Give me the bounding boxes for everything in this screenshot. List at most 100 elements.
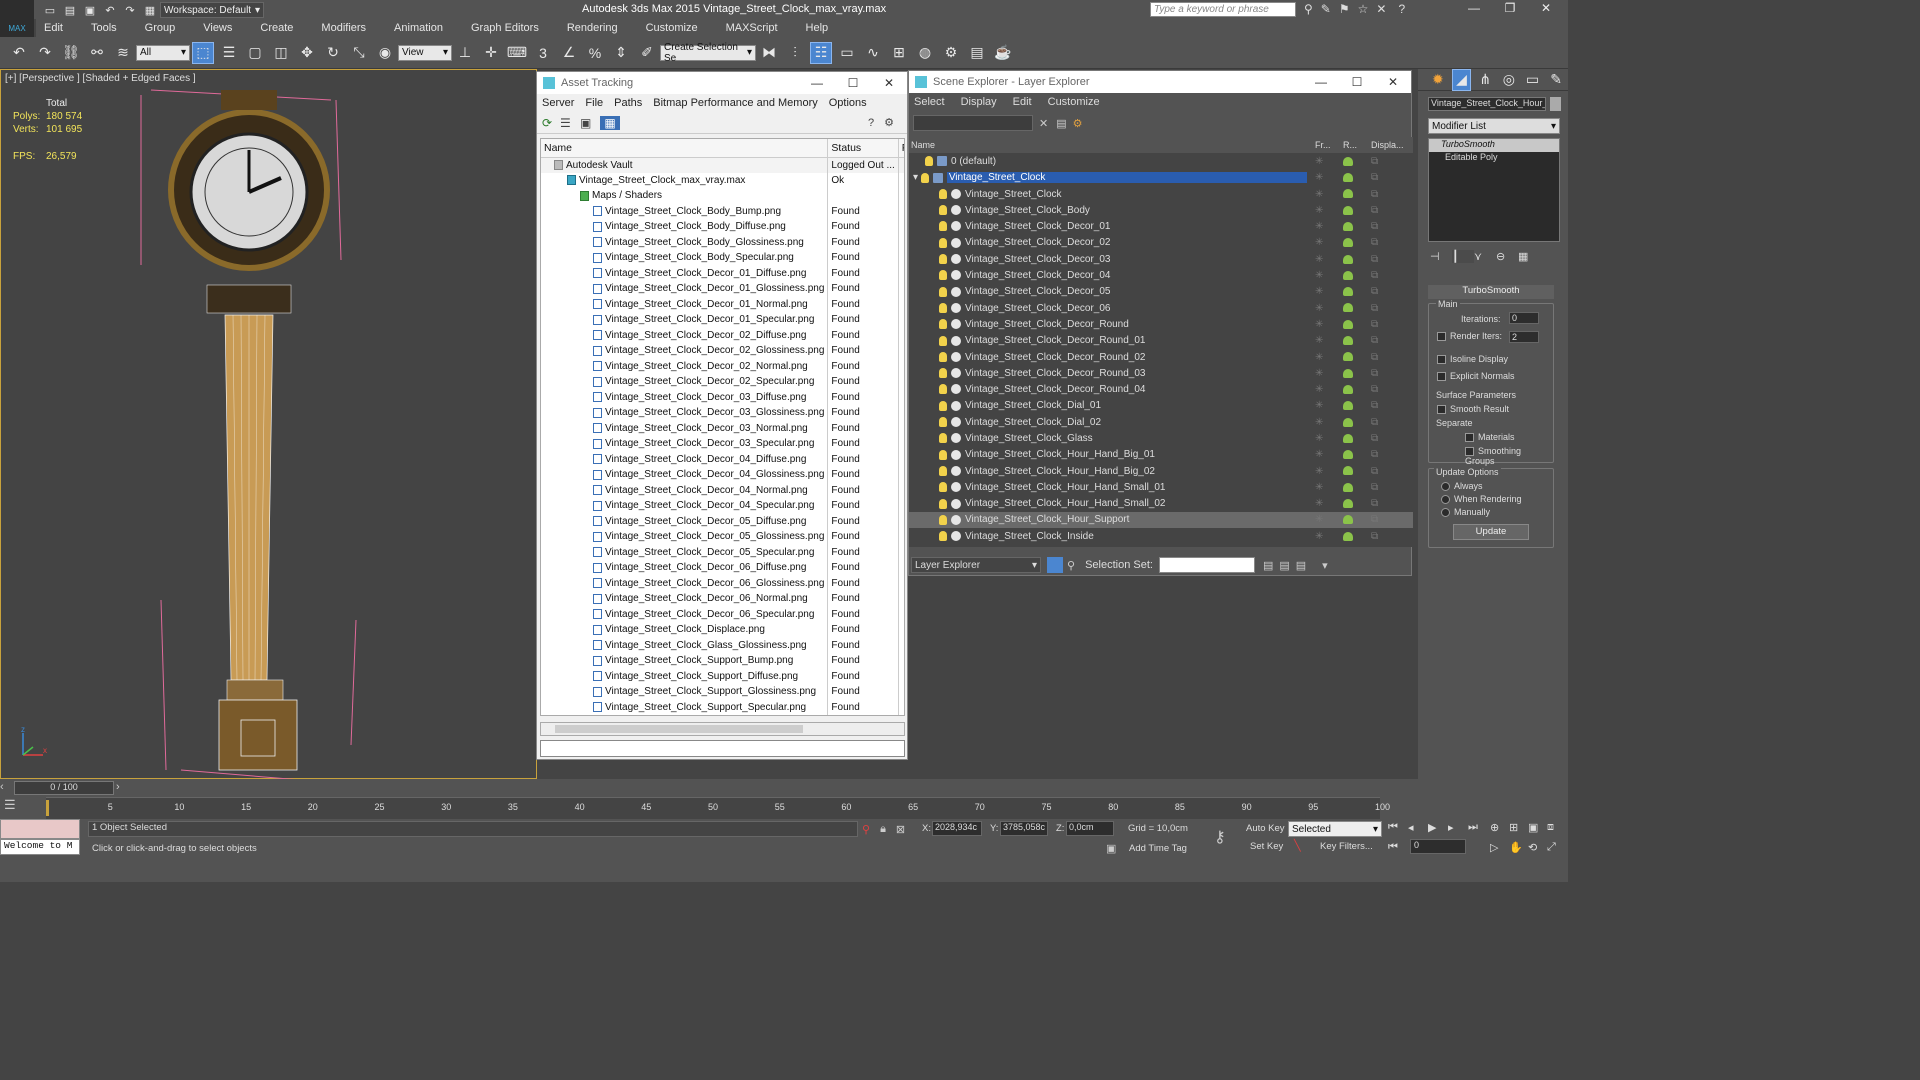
hold-icon[interactable]: ▦ [142,3,158,17]
asset-row[interactable]: Vintage_Street_Clock_Decor_03_Diffuse.pn… [541,389,904,405]
asset-row[interactable]: Vintage_Street_Clock_Decor_06_Diffuse.pn… [541,560,904,576]
display-box-icon[interactable]: ⧉ [1371,417,1378,428]
freeze-icon[interactable]: ✳ [1315,417,1323,428]
visibility-bulb-icon[interactable] [939,400,947,411]
col-display-header[interactable]: Displa... [1369,137,1413,153]
tools-icon[interactable]: ✎ [1321,2,1331,16]
object-row[interactable]: Vintage_Street_Clock_Glass ✳ ⧉ [909,430,1413,446]
auto-key-button[interactable]: Auto Key [1246,823,1286,837]
zoom-extents-all-icon[interactable]: ⧈ [1547,821,1566,834]
snap-icon[interactable]: 3 [532,42,554,64]
window-crossing-icon[interactable]: ◫ [270,42,292,64]
menu-bitmap-performance[interactable]: Bitmap Performance and Memory [653,97,817,109]
search-input[interactable]: Type a keyword or phrase [1150,2,1296,17]
filter-icon[interactable]: ▤ [1056,117,1066,130]
layer-row[interactable]: 0 (default) ✳ ⧉ [909,153,1413,169]
render-teapot-icon[interactable] [1343,221,1353,231]
asset-row[interactable]: Vintage_Street_Clock_Decor_02_Normal.png… [541,358,904,374]
visibility-bulb-icon[interactable] [939,384,947,395]
menu-file[interactable]: File [585,97,603,109]
asset-row[interactable]: Vintage_Street_Clock_Decor_05_Glossiness… [541,529,904,545]
render-teapot-icon[interactable] [1343,319,1353,329]
object-row[interactable]: Vintage_Street_Clock_Decor_01 ✳ ⧉ [909,218,1413,234]
object-row[interactable]: Vintage_Street_Clock_Decor_Round_01 ✳ ⧉ [909,333,1413,349]
display-box-icon[interactable]: ⧉ [1371,303,1378,314]
display-box-icon[interactable]: ⧉ [1371,156,1378,167]
close-icon[interactable]: ✕ [1528,1,1564,15]
menu-graph-editors[interactable]: Graph Editors [471,22,539,34]
display-box-icon[interactable]: ⧉ [1371,189,1378,200]
object-row[interactable]: Vintage_Street_Clock_Hour_Support ✳ ⧉ [909,511,1413,529]
rect-selection-icon[interactable]: ▢ [244,42,266,64]
visibility-bulb-icon[interactable] [939,205,947,216]
zoom-extents-icon[interactable]: ▣ [1528,821,1547,834]
visibility-bulb-icon[interactable] [939,449,947,460]
visibility-bulb-icon[interactable] [939,417,947,428]
render-teapot-icon[interactable] [1343,482,1353,492]
visibility-bulb-icon[interactable] [939,319,947,330]
rotate-icon[interactable]: ↻ [322,42,344,64]
key-filters-button[interactable]: Key Filters... [1320,841,1373,852]
render-teapot-icon[interactable] [1343,433,1353,443]
configure-sets-icon[interactable]: ▦ [1518,250,1540,263]
subscription-icon[interactable]: ⚑ [1339,2,1350,16]
freeze-icon[interactable]: ✳ [1315,205,1323,216]
asset-row[interactable]: Maps / Shaders [541,188,904,204]
freeze-icon[interactable]: ✳ [1315,449,1323,460]
mini-listener-top[interactable] [0,819,80,839]
new-file-icon[interactable]: ▭ [42,3,58,17]
curve-editor-icon[interactable]: ∿ [862,42,884,64]
visibility-bulb-icon[interactable] [939,221,947,232]
asset-row[interactable]: Vintage_Street_Clock_Support_Bump.png Fou… [541,653,904,669]
object-row[interactable]: Vintage_Street_Clock_Decor_05 ✳ ⧉ [909,284,1413,300]
visibility-bulb-icon[interactable] [939,433,947,444]
isolate-icon[interactable]: ⚲ [862,823,870,836]
render-teapot-icon[interactable] [1343,254,1353,264]
favorites-icon[interactable]: ☆ [1358,2,1369,16]
ribbon-icon[interactable]: ▭ [836,42,858,64]
menu-select[interactable]: Select [914,96,945,108]
render-frame-icon[interactable]: ▤ [966,42,988,64]
visibility-bulb-icon[interactable] [939,368,947,379]
material-editor-icon[interactable]: ◍ [914,42,936,64]
percent-snap-icon[interactable]: % [584,42,606,64]
display-box-icon[interactable]: ⧉ [1371,433,1378,444]
goto-end-icon[interactable]: ⏭ [1468,821,1488,834]
thumbnail-icon[interactable]: ▣ [580,116,600,130]
render-teapot-icon[interactable] [1343,336,1353,346]
asset-row[interactable]: Vintage_Street_Clock_max_vray.max Ok [541,172,904,188]
render-icon[interactable]: ☕ [992,42,1014,64]
remove-set-icon[interactable]: ▤ [1296,559,1306,572]
object-row[interactable]: Vintage_Street_Clock_Hour_Hand_Small_01 ✳… [909,479,1413,495]
table-view-icon[interactable]: ▦ [600,115,620,130]
render-teapot-icon[interactable] [1343,368,1353,378]
asset-row[interactable]: Vintage_Street_Clock_Decor_06_Glossiness… [541,575,904,591]
freeze-icon[interactable]: ✳ [1315,156,1323,167]
asset-row[interactable]: Vintage_Street_Clock_Body_Specular.png Fo… [541,250,904,266]
iterations-spinner[interactable]: 0 [1509,312,1539,324]
when-rendering-radio[interactable] [1441,495,1450,505]
scene-explorer-titlebar[interactable]: Scene Explorer - Layer Explorer — ☐ ✕ [909,71,1411,93]
menu-server[interactable]: Server [542,97,574,109]
angle-snap-icon[interactable]: ∠ [558,42,580,64]
asset-row[interactable]: Vintage_Street_Clock_Support_Glossiness.… [541,684,904,700]
freeze-icon[interactable]: ✳ [1315,531,1323,542]
asset-row[interactable]: Vintage_Street_Clock_Displace.png Found [541,622,904,638]
binoculars-icon[interactable]: ⚲ [1304,2,1313,16]
time-slider[interactable]: 0 / 100 [14,781,114,795]
asset-row[interactable]: Vintage_Street_Clock_Decor_04_Diffuse.pn… [541,451,904,467]
asset-row[interactable]: Vintage_Street_Clock_Decor_04_Specular.p… [541,498,904,514]
unlink-icon[interactable]: ⚯ [86,42,108,64]
render-teapot-icon[interactable] [1343,417,1353,427]
spinner-snap-icon[interactable]: ⇕ [610,42,632,64]
freeze-icon[interactable]: ✳ [1315,352,1323,363]
pan-icon[interactable]: ✋ [1509,841,1528,854]
display-box-icon[interactable]: ⧉ [1371,498,1378,509]
object-row[interactable]: Vintage_Street_Clock_Decor_Round ✳ ⧉ [909,316,1413,332]
render-teapot-icon[interactable] [1343,531,1353,541]
menu-animation[interactable]: Animation [394,22,443,34]
minimize-icon[interactable]: — [1456,1,1492,15]
key-tangent-icon[interactable]: ╲ [1294,839,1308,853]
named-selection-dropdown[interactable]: Create Selection Se ▾ [660,42,756,64]
scale-icon[interactable]: ⤡ [348,42,370,64]
